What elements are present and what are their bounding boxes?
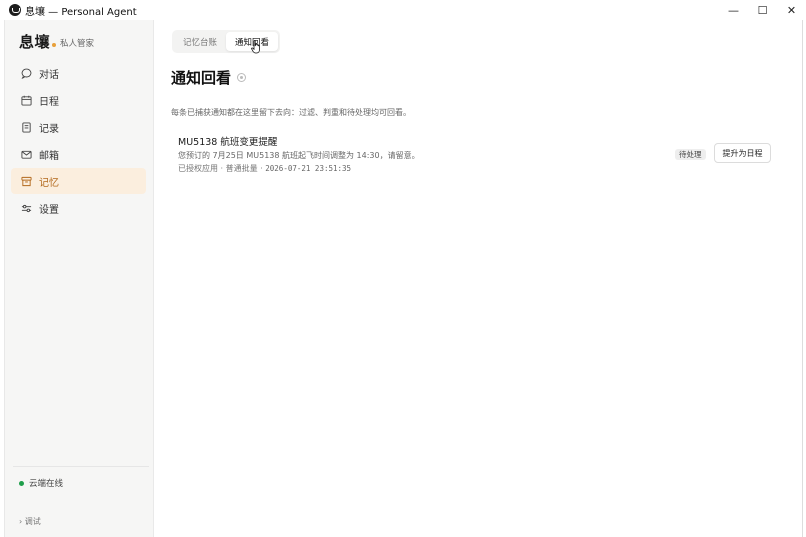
- page-description: 每条已捕获通知都在这里留下去向：过滤、判重和待处理均可回看。: [171, 108, 411, 117]
- maximize-button[interactable]: ☐: [748, 0, 777, 20]
- notification-meta: 已授权应用 · 普通批量 · 2026-07-21 23:51:35: [178, 163, 351, 174]
- mail-icon: [19, 147, 33, 161]
- brand-subtitle: 私人管家: [60, 39, 95, 49]
- brand-dot: [52, 42, 57, 47]
- minimize-button[interactable]: —: [719, 0, 748, 20]
- title-bar: 息壤 — Personal Agent — ☐ ✕: [0, 0, 806, 20]
- sidebar-item-calendar[interactable]: 日程: [11, 87, 146, 113]
- sidebar-item-label: 对话: [39, 69, 59, 81]
- connection-status: 云端在线: [19, 477, 63, 489]
- sidebar-item-label: 邮箱: [39, 150, 59, 162]
- window-controls: — ☐ ✕: [719, 0, 806, 20]
- sidebar-nav: 对话 日程 记录 邮箱 记忆 设置: [11, 60, 146, 222]
- notebook-icon: [19, 120, 33, 134]
- sidebar-divider: [13, 466, 149, 467]
- app-logo-icon: [9, 4, 21, 16]
- sidebar-item-records[interactable]: 记录: [11, 114, 146, 140]
- status-label: 云端在线: [29, 479, 64, 489]
- sidebar-item-mail[interactable]: 邮箱: [11, 141, 146, 167]
- sidebar: 息壤 私人管家 对话 日程 记录 邮箱 记忆 设置 云端在线 › 调试: [4, 20, 154, 537]
- sidebar-item-label: 设置: [39, 204, 59, 216]
- hand-cursor-icon: [251, 40, 260, 54]
- sidebar-item-label: 记忆: [39, 177, 59, 189]
- info-dot-icon: [237, 73, 247, 82]
- chevron-right-icon: ›: [19, 517, 23, 526]
- page-title: 通知回看: [171, 67, 247, 88]
- archive-box-icon: [19, 174, 33, 188]
- sidebar-item-label: 日程: [39, 96, 59, 108]
- tab-memory-ledger[interactable]: 记忆台账: [174, 32, 226, 51]
- promote-to-schedule-button[interactable]: 提升为日程: [714, 143, 771, 163]
- sidebar-item-chat[interactable]: 对话: [11, 60, 146, 86]
- status-dot-icon: [19, 480, 24, 486]
- window-edge: [802, 20, 806, 537]
- notification-timestamp: 2026-07-21 23:51:35: [265, 164, 352, 173]
- debug-label: 调试: [24, 517, 41, 526]
- page-title-text: 通知回看: [171, 69, 232, 87]
- main-panel: 记忆台账 通知回看 通知回看 每条已捕获通知都在这里留下去向：过滤、判重和待处理…: [154, 20, 802, 537]
- status-badge: 待处理: [675, 149, 706, 160]
- calendar-icon: [19, 93, 33, 107]
- sidebar-item-memory[interactable]: 记忆: [11, 168, 146, 194]
- tab-bar: 记忆台账 通知回看: [172, 30, 281, 53]
- brand: 息壤 私人管家: [19, 31, 94, 52]
- notification-source: 已授权应用 · 普通批量 ·: [178, 164, 266, 173]
- sliders-icon: [19, 201, 33, 215]
- debug-toggle[interactable]: › 调试: [19, 516, 41, 527]
- sidebar-item-label: 记录: [39, 123, 59, 135]
- sidebar-item-settings[interactable]: 设置: [11, 195, 146, 221]
- window-title: 息壤 — Personal Agent: [25, 6, 137, 18]
- notification-item: MU5138 航班变更提醒 您预订的 7月25日 MU5138 航班起飞时间调整…: [172, 131, 772, 177]
- brand-name: 息壤: [19, 33, 51, 51]
- notification-title: MU5138 航班变更提醒: [178, 137, 278, 148]
- notification-body: 您预订的 7月25日 MU5138 航班起飞时间调整为 14:30，请留意。: [178, 151, 420, 160]
- chat-bubble-icon: [19, 66, 33, 80]
- close-button[interactable]: ✕: [777, 0, 806, 20]
